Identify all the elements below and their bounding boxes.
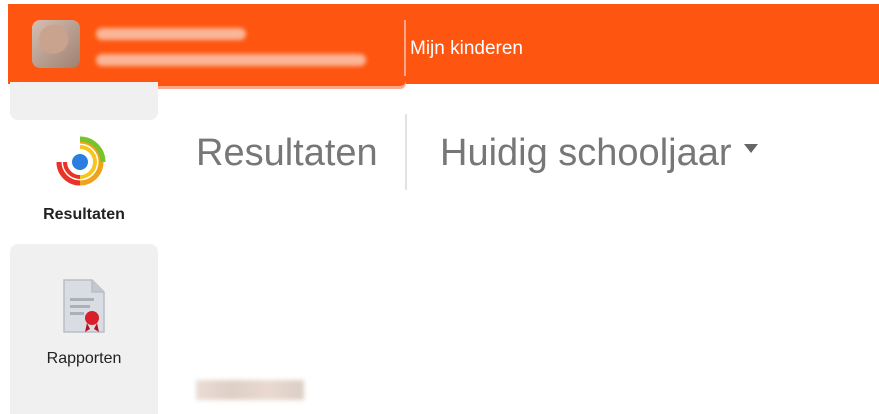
my-children-link[interactable]: Mijn kinderen xyxy=(410,38,523,60)
date-label-blurred xyxy=(196,380,304,400)
user-school-blurred xyxy=(96,54,366,66)
user-name-blurred xyxy=(96,28,246,40)
page-title: Resultaten xyxy=(196,132,378,174)
sidebar-item-previous[interactable] xyxy=(10,82,158,120)
report-certificate-icon xyxy=(63,279,105,333)
user-account-switcher[interactable] xyxy=(22,6,406,86)
sidebar-item-label: Rapporten xyxy=(46,350,122,367)
avatar xyxy=(32,20,80,68)
topbar-divider xyxy=(404,20,406,76)
sidebar-item-label: Resultaten xyxy=(43,206,125,223)
caret-down-icon xyxy=(743,144,758,154)
school-year-value: Huidig schooljaar xyxy=(440,132,732,174)
school-year-dropdown[interactable]: Huidig schooljaar xyxy=(440,132,758,175)
header-divider xyxy=(405,114,407,190)
top-navigation-bar: Mijn kinderen xyxy=(8,4,879,86)
results-target-icon xyxy=(56,136,106,186)
